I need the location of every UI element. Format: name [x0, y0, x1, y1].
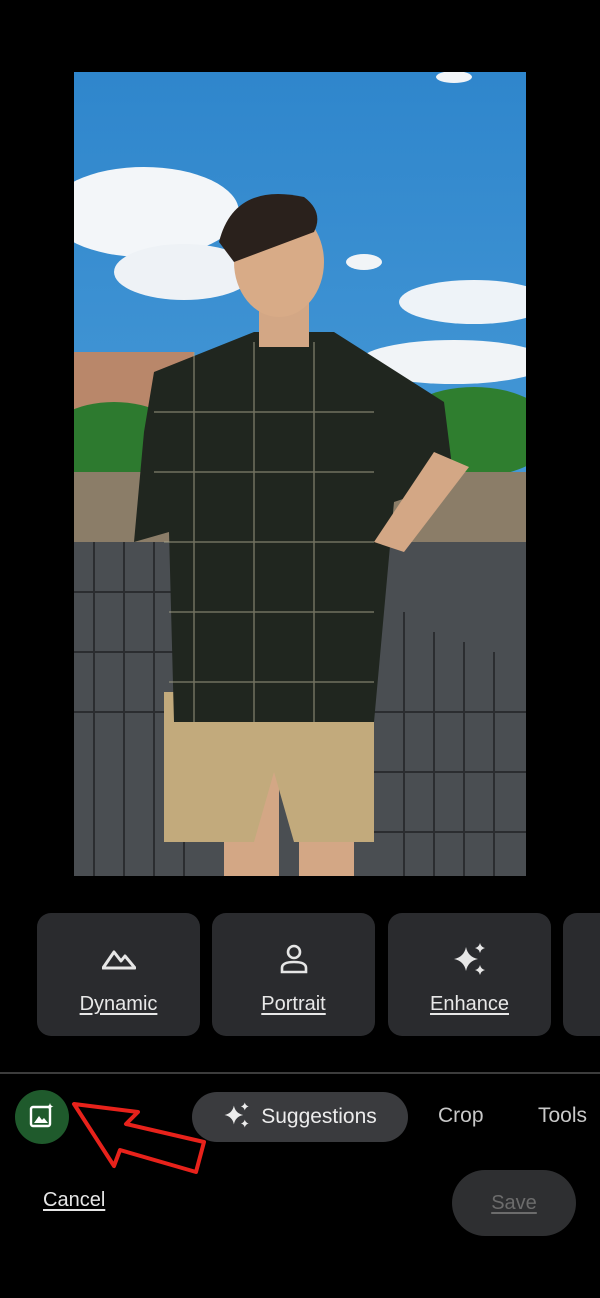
annotation-arrow: [68, 1098, 210, 1183]
sparkle-icon: [452, 941, 488, 977]
suggestion-label: Dynamic: [79, 993, 158, 1015]
sparkle-icon: [223, 1101, 251, 1134]
suggestion-enhance-button[interactable]: Enhance: [388, 913, 551, 1036]
magic-image-icon: [29, 1102, 55, 1133]
cancel-button[interactable]: Cancel: [43, 1189, 105, 1212]
suggestion-next-button[interactable]: [563, 913, 600, 1036]
person-icon: [280, 941, 308, 977]
tab-label: Suggestions: [261, 1105, 377, 1128]
edit-photo: [74, 72, 526, 876]
tab-suggestions[interactable]: Suggestions: [192, 1092, 408, 1142]
tab-crop[interactable]: Crop: [438, 1104, 484, 1128]
suggestion-dynamic-button[interactable]: Dynamic: [37, 913, 200, 1036]
tab-tools[interactable]: Tools: [538, 1104, 587, 1128]
save-button[interactable]: Save: [452, 1170, 576, 1236]
suggestion-label: Portrait: [261, 993, 326, 1015]
suggestion-portrait-button[interactable]: Portrait: [212, 913, 375, 1036]
ai-editor-button[interactable]: [15, 1090, 69, 1144]
mountain-icon: [101, 941, 136, 977]
save-label: Save: [491, 1191, 537, 1214]
divider: [0, 1072, 600, 1074]
suggestion-chips: Dynamic Portrait Enhance: [0, 913, 600, 1037]
suggestion-label: Enhance: [430, 993, 509, 1015]
